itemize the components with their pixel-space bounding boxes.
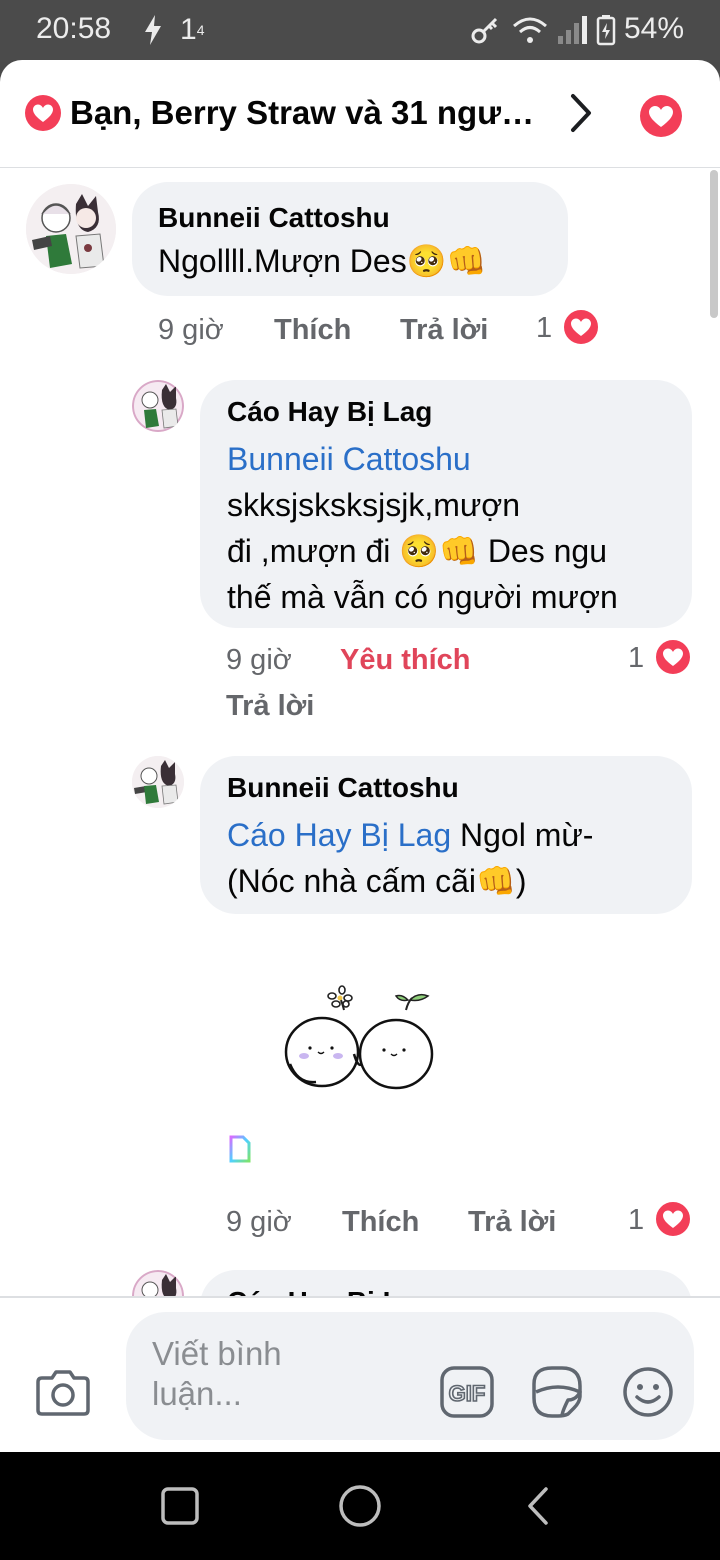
comment-bubble[interactable]: Cáo Hay Bị Lag Bunneii Cattoshu skksjsks…: [200, 380, 692, 628]
mention-link[interactable]: Cáo Hay Bị Lag: [227, 817, 451, 853]
camera-icon[interactable]: [34, 1368, 92, 1418]
comment-time: 9 giờ: [158, 314, 224, 346]
emoji-icon[interactable]: [622, 1366, 674, 1418]
comment-author[interactable]: Bunneii Cattoshu: [158, 202, 390, 234]
love-reaction-icon[interactable]: [654, 1200, 692, 1238]
comment-author[interactable]: Bunneii Cattoshu: [227, 772, 459, 804]
reactions-summary[interactable]: Bạn, Berry Straw và 31 người khác: [70, 94, 540, 132]
love-reaction-icon[interactable]: [562, 308, 600, 346]
network-type-super: 4: [196, 22, 205, 38]
like-button[interactable]: Thích: [274, 314, 351, 347]
comment-text-line: đi ,mượn đi 🥺👊 Des ngu: [227, 533, 607, 569]
reaction-count[interactable]: 1: [628, 642, 644, 675]
sticker-image[interactable]: [280, 984, 440, 1096]
like-button[interactable]: Yêu thích: [340, 644, 471, 677]
reply-button[interactable]: Trả lời: [400, 314, 488, 347]
comment-input-placeholder: Viết bình luận...: [152, 1335, 282, 1412]
like-button[interactable]: Thích: [342, 1206, 419, 1239]
love-react-button-icon[interactable]: [638, 93, 684, 139]
status-time: 20:58: [36, 12, 112, 45]
comment-text: Cáo Hay Bị Lag Ngol mừ- (Nóc nhà cấm cãi…: [227, 812, 677, 904]
comments-sheet: Bạn, Berry Straw và 31 người khác Bunnei…: [0, 60, 720, 1452]
comment-composer: Viết bình luận... GIF: [0, 1296, 720, 1452]
comment-author[interactable]: Cáo Hay Bị Lag: [227, 396, 432, 428]
svg-text:GIF: GIF: [449, 1381, 486, 1406]
battery-icon: [596, 10, 616, 50]
network-type-label: 1: [180, 13, 197, 46]
status-bar: 20:58 14 54%: [0, 0, 720, 62]
network-type-indicator: 14: [180, 10, 204, 50]
comment-text: Bunneii Cattoshu skksjsksksjsjk,mượn đi …: [227, 436, 677, 620]
recent-apps-button[interactable]: [160, 1486, 200, 1526]
mention-link[interactable]: Bunneii Cattoshu: [227, 436, 677, 482]
comment-text: Ngollll.Mượn Des🥺👊: [158, 243, 487, 279]
signal-icon: [556, 10, 588, 50]
reply-button[interactable]: Trả lời: [226, 690, 314, 723]
comment-bubble[interactable]: Bunneii Cattoshu Ngollll.Mượn Des🥺👊: [132, 182, 568, 296]
key-icon: [470, 10, 502, 50]
comment-bubble[interactable]: Bunneii Cattoshu Cáo Hay Bị Lag Ngol mừ-…: [200, 756, 692, 914]
system-navigation-bar: [0, 1452, 720, 1560]
comment-input[interactable]: Viết bình luận... GIF: [126, 1312, 694, 1440]
love-reaction-icon[interactable]: [654, 638, 692, 676]
file-icon: [229, 1135, 251, 1163]
comment-text-line: skksjsksksjsjk,mượn: [227, 487, 521, 523]
reaction-count[interactable]: 1: [628, 1204, 644, 1237]
gif-icon[interactable]: GIF: [440, 1366, 494, 1418]
love-reaction-icon: [25, 95, 61, 131]
scrollbar[interactable]: [710, 170, 718, 318]
comment-text-part: Ngol mừ-: [451, 817, 594, 853]
wifi-icon: [510, 10, 550, 50]
home-button[interactable]: [338, 1484, 382, 1528]
avatar[interactable]: [26, 184, 116, 274]
avatar[interactable]: [132, 756, 184, 808]
comment-time: 9 giờ: [226, 644, 292, 676]
flash-icon: [142, 10, 164, 50]
back-button[interactable]: [524, 1486, 554, 1526]
reactions-header[interactable]: Bạn, Berry Straw và 31 người khác: [0, 60, 720, 168]
reaction-count[interactable]: 1: [536, 312, 552, 345]
comment-time: 9 giờ: [226, 1206, 292, 1238]
sticker-icon[interactable]: [528, 1362, 586, 1420]
reply-button[interactable]: Trả lời: [468, 1206, 556, 1239]
chevron-right-icon[interactable]: [566, 92, 596, 134]
battery-percent: 54%: [623, 12, 684, 45]
comment-text-line: thế mà vẫn có người mượn: [227, 579, 618, 615]
avatar[interactable]: [132, 380, 184, 432]
comment-text-line: (Nóc nhà cấm cãi👊): [227, 863, 527, 899]
